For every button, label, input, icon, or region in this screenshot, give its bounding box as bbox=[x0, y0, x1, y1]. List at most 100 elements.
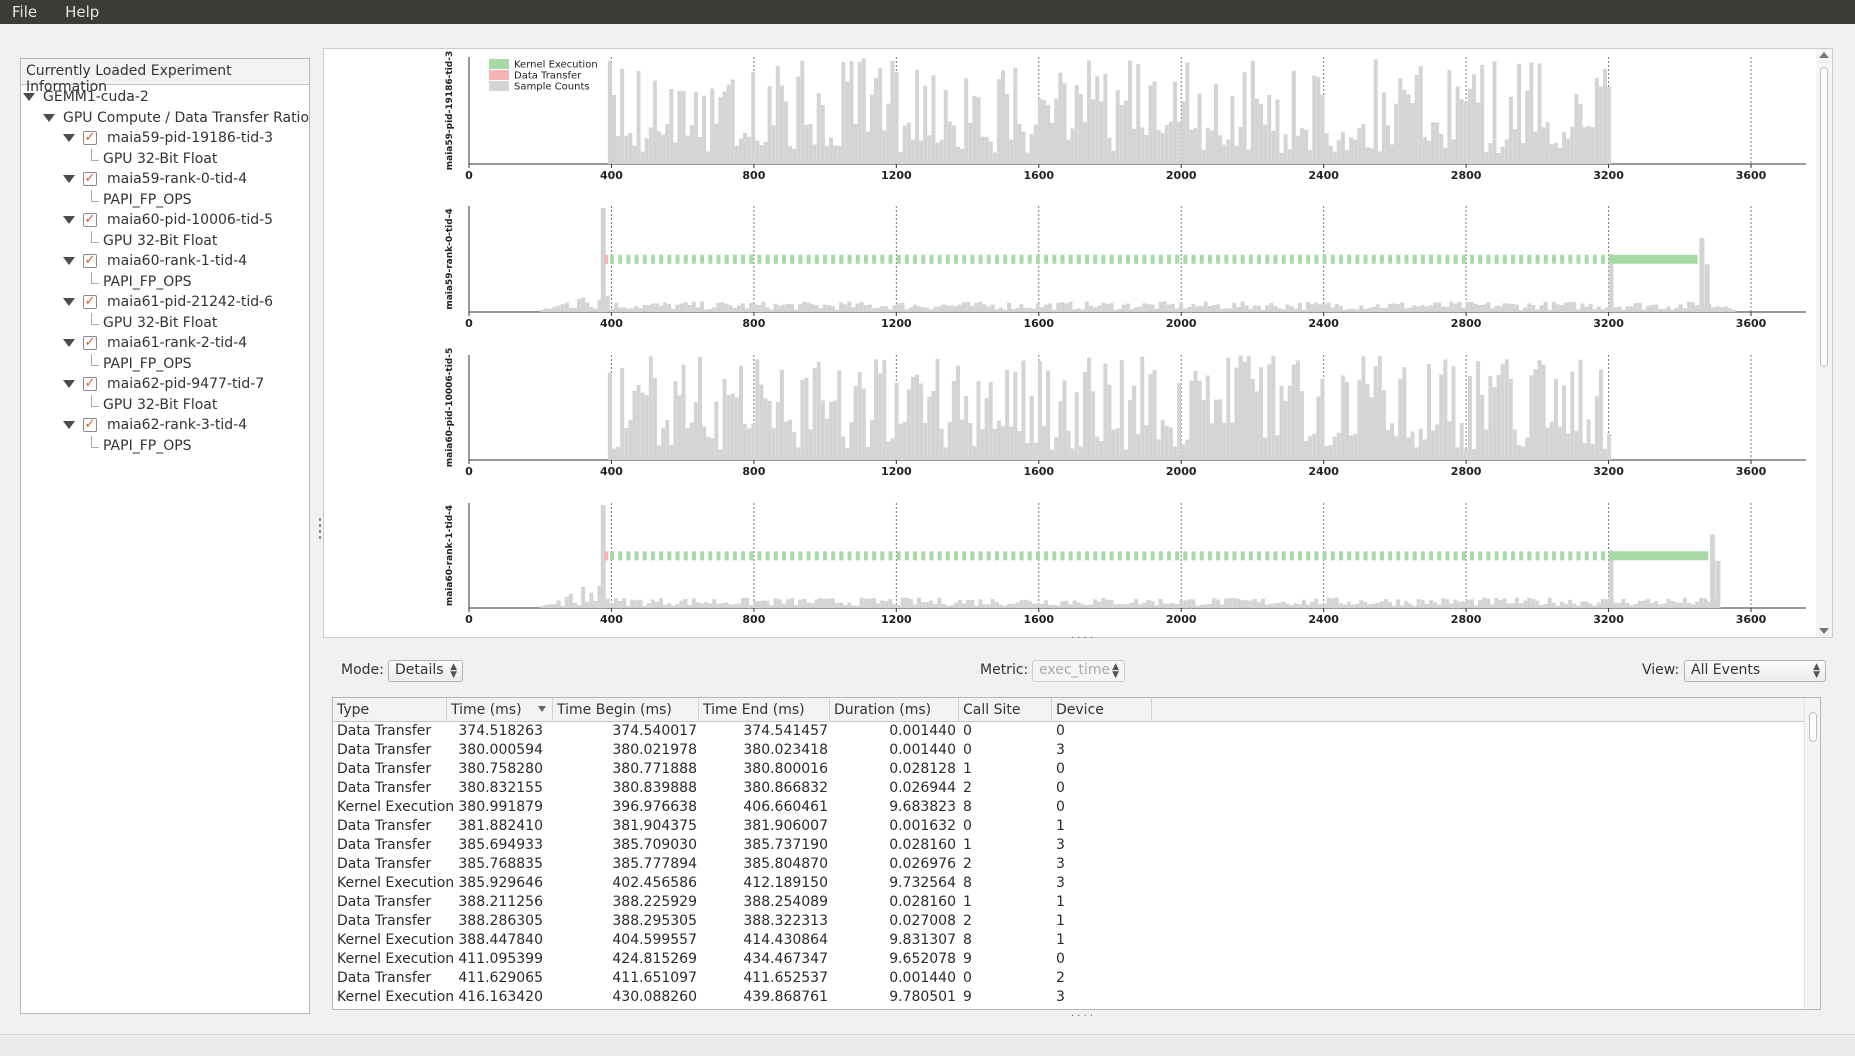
legend-label: Sample Counts bbox=[514, 82, 590, 93]
table-cell: 9.652078 bbox=[889, 951, 956, 967]
table-row[interactable]: Data Transfer 381.882410 381.904375 381.906… bbox=[333, 817, 1805, 836]
expand-triangle-icon[interactable] bbox=[63, 298, 75, 306]
expand-triangle-icon[interactable] bbox=[23, 93, 35, 101]
tree-item-maia60-rank-1-tid-4[interactable]: ✓ maia60-rank-1-tid-4 bbox=[21, 251, 309, 272]
sample-count-bar bbox=[775, 65, 780, 164]
sample-count-bar bbox=[1230, 422, 1235, 460]
tree-subitem[interactable]: GPU 32-Bit Float bbox=[21, 148, 309, 170]
tree-item-maia62-pid-9477-tid-7[interactable]: ✓ maia62-pid-9477-tid-7 bbox=[21, 374, 309, 395]
expand-triangle-icon[interactable] bbox=[63, 216, 75, 224]
tree-item-maia59-rank-0-tid-4[interactable]: ✓ maia59-rank-0-tid-4 bbox=[21, 169, 309, 190]
tree-subitem[interactable]: PAPI_FP_OPS bbox=[21, 353, 309, 375]
table-row[interactable]: Data Transfer 388.211256 388.225929 388.254… bbox=[333, 893, 1805, 912]
tree-subitem[interactable]: PAPI_FP_OPS bbox=[21, 189, 309, 211]
tree-subitem[interactable]: PAPI_FP_OPS bbox=[21, 435, 309, 457]
table-row[interactable]: Data Transfer 380.000594 380.021978 380.023… bbox=[333, 741, 1805, 760]
expand-triangle-icon[interactable] bbox=[63, 257, 75, 265]
sample-count-bar bbox=[1690, 302, 1695, 312]
sample-count-bar bbox=[1437, 604, 1442, 608]
column-header[interactable]: Call Site bbox=[959, 698, 1052, 722]
sample-count-bar bbox=[749, 302, 754, 312]
sample-count-bar bbox=[1330, 307, 1335, 312]
checkbox-checked-icon[interactable]: ✓ bbox=[83, 131, 97, 145]
sample-count-bar bbox=[1629, 605, 1634, 608]
expand-triangle-icon[interactable] bbox=[43, 113, 55, 122]
sample-count-bar bbox=[699, 301, 704, 312]
column-header[interactable]: Device bbox=[1052, 698, 1152, 722]
expand-triangle-icon[interactable] bbox=[63, 339, 75, 347]
sample-count-bar bbox=[1387, 303, 1392, 312]
table-row[interactable]: Data Transfer 411.629065 411.651097 411.652… bbox=[333, 969, 1805, 988]
table-row[interactable]: Data Transfer 385.768835 385.777894 385.804… bbox=[333, 855, 1805, 874]
sample-count-bar bbox=[1310, 303, 1315, 312]
tree-subitem[interactable]: GPU 32-Bit Float bbox=[21, 312, 309, 334]
sample-count-bar bbox=[650, 599, 655, 608]
tree-group[interactable]: GPU Compute / Data Transfer Ratio bbox=[21, 108, 309, 129]
checkbox-checked-icon[interactable]: ✓ bbox=[83, 172, 97, 186]
checkbox-checked-icon[interactable]: ✓ bbox=[83, 377, 97, 391]
mode-select[interactable]: Details ▲ ▼ bbox=[388, 660, 463, 682]
tree-item-maia61-pid-21242-tid-6[interactable]: ✓ maia61-pid-21242-tid-6 bbox=[21, 292, 309, 313]
column-header[interactable]: Time End (ms) bbox=[699, 698, 830, 722]
sample-count-bar bbox=[1263, 437, 1268, 460]
menu-file[interactable]: File bbox=[8, 3, 41, 21]
table-row[interactable]: Kernel Execution 380.991879 396.976638 406.… bbox=[333, 798, 1805, 817]
checkbox-checked-icon[interactable]: ✓ bbox=[83, 336, 97, 350]
sample-count-bar bbox=[609, 603, 614, 608]
chart-scrollbar-thumb[interactable] bbox=[1820, 67, 1828, 367]
checkbox-checked-icon[interactable]: ✓ bbox=[83, 254, 97, 268]
menu-help[interactable]: Help bbox=[61, 3, 103, 21]
kernel-execution-mark bbox=[994, 254, 999, 264]
panel-splitter-handle[interactable] bbox=[318, 515, 322, 555]
table-row[interactable]: Kernel Execution 416.163420 430.088260 439.… bbox=[333, 988, 1805, 1007]
sample-count-bar bbox=[1127, 399, 1132, 460]
table-row[interactable]: Data Transfer 380.758280 380.771888 380.800… bbox=[333, 760, 1805, 779]
sample-count-bar bbox=[693, 402, 698, 460]
tree-item-maia62-rank-3-tid-4[interactable]: ✓ maia62-rank-3-tid-4 bbox=[21, 415, 309, 436]
tree-subitem[interactable]: GPU 32-Bit Float bbox=[21, 230, 309, 252]
tree-root[interactable]: GEMM1-cuda-2 bbox=[21, 87, 309, 108]
table-row[interactable]: Data Transfer 380.832155 380.839888 380.866… bbox=[333, 779, 1805, 798]
kernel-execution-mark bbox=[1420, 254, 1425, 264]
expand-triangle-icon[interactable] bbox=[63, 134, 75, 142]
table-row[interactable]: Kernel Execution 411.095399 424.815269 434.… bbox=[333, 950, 1805, 969]
table-row[interactable]: Kernel Execution 388.447840 404.599557 414.… bbox=[333, 931, 1805, 950]
view-select[interactable]: All Events ▲ ▼ bbox=[1684, 660, 1826, 682]
table-scrollbar-thumb[interactable] bbox=[1809, 712, 1817, 742]
tree-item-maia60-pid-10006-tid-5[interactable]: ✓ maia60-pid-10006-tid-5 bbox=[21, 210, 309, 231]
sample-count-bar bbox=[1361, 124, 1366, 164]
table-row[interactable]: Data Transfer 388.286305 388.295305 388.322… bbox=[333, 912, 1805, 931]
table-row[interactable]: Data Transfer 385.694933 385.709030 385.737… bbox=[333, 836, 1805, 855]
scroll-down-arrow-icon[interactable] bbox=[1819, 628, 1829, 634]
checkbox-checked-icon[interactable]: ✓ bbox=[83, 213, 97, 227]
table-scrollbar[interactable] bbox=[1804, 698, 1820, 1009]
table-row[interactable]: Data Transfer 374.518263 374.540017 374.541… bbox=[333, 722, 1805, 741]
tree-subitem[interactable]: GPU 32-Bit Float bbox=[21, 394, 309, 416]
expand-triangle-icon[interactable] bbox=[63, 380, 75, 388]
sample-count-bar bbox=[1152, 369, 1157, 460]
kernel-execution-mark bbox=[1527, 254, 1532, 264]
metric-select[interactable]: exec_time ▲ ▼ bbox=[1032, 660, 1125, 682]
kernel-execution-mark bbox=[1248, 551, 1253, 561]
sample-count-bar bbox=[933, 603, 938, 608]
column-header[interactable]: Time Begin (ms) bbox=[553, 698, 699, 722]
sample-count-bar bbox=[830, 598, 835, 608]
expand-triangle-icon[interactable] bbox=[63, 421, 75, 429]
checkbox-checked-icon[interactable]: ✓ bbox=[83, 295, 97, 309]
tree-item-maia61-rank-2-tid-4[interactable]: ✓ maia61-rank-2-tid-4 bbox=[21, 333, 309, 354]
tree-item-maia59-pid-19186-tid-3[interactable]: ✓ maia59-pid-19186-tid-3 bbox=[21, 128, 309, 149]
expand-triangle-icon[interactable] bbox=[63, 175, 75, 183]
table-row[interactable]: Kernel Execution 385.929646 402.456586 412.… bbox=[333, 874, 1805, 893]
chart-scrollbar[interactable] bbox=[1816, 49, 1832, 637]
column-header[interactable]: Duration (ms) bbox=[830, 698, 959, 722]
sample-count-bar bbox=[1410, 431, 1415, 460]
sample-count-bar bbox=[652, 80, 657, 164]
column-header[interactable]: Time (ms) bbox=[447, 698, 553, 722]
scroll-up-arrow-icon[interactable] bbox=[1819, 52, 1829, 58]
sort-descending-icon[interactable] bbox=[538, 706, 546, 712]
pane-splitter-handle[interactable]: · · · · bbox=[1062, 634, 1102, 644]
tree-subitem[interactable]: PAPI_FP_OPS bbox=[21, 271, 309, 293]
column-header[interactable]: Type bbox=[333, 698, 447, 722]
checkbox-checked-icon[interactable]: ✓ bbox=[83, 418, 97, 432]
pane-splitter-handle-bottom[interactable]: · · · · bbox=[1062, 1012, 1102, 1022]
